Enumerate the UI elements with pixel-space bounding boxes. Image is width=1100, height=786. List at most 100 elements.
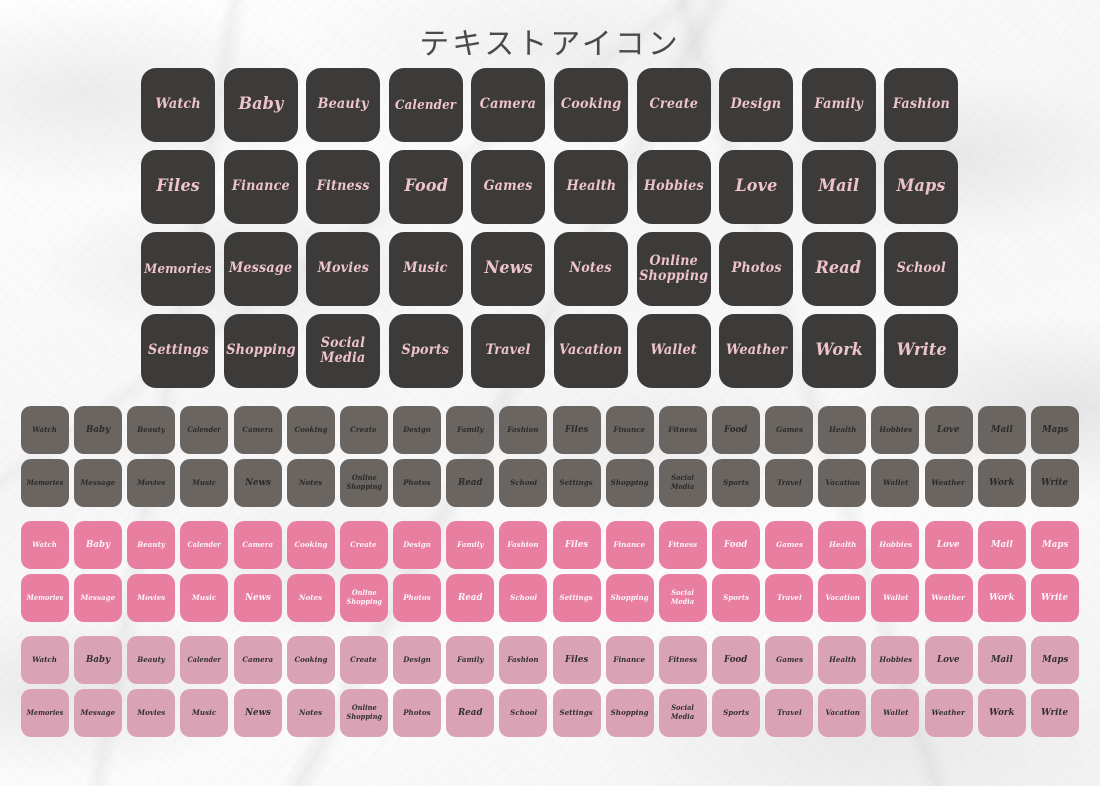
icon-tile-love[interactable]: Love [924, 406, 973, 454]
icon-tile-health[interactable]: Health [553, 150, 628, 224]
icon-tile-cooking[interactable]: Cooking [553, 68, 628, 142]
icon-tile-memories[interactable]: Memories [21, 459, 69, 507]
icon-tile-family[interactable]: Family [446, 406, 495, 454]
icon-tile-baby[interactable]: Baby [74, 521, 123, 569]
icon-tile-maps[interactable]: Maps [1030, 406, 1079, 454]
icon-tile-online-shopping[interactable]: Online Shopping [636, 232, 711, 306]
icon-tile-school[interactable]: School [499, 574, 548, 622]
icon-tile-maps[interactable]: Maps [884, 150, 959, 224]
icon-tile-health[interactable]: Health [818, 521, 867, 569]
icon-tile-hobbies[interactable]: Hobbies [636, 150, 711, 224]
icon-tile-read[interactable]: Read [446, 459, 495, 507]
icon-tile-watch[interactable]: Watch [141, 68, 215, 142]
icon-tile-cooking[interactable]: Cooking [286, 521, 335, 569]
icon-tile-games[interactable]: Games [765, 406, 814, 454]
icon-tile-beauty[interactable]: Beauty [127, 406, 176, 454]
icon-tile-fashion[interactable]: Fashion [884, 68, 959, 142]
icon-tile-write[interactable]: Write [884, 314, 959, 388]
icon-tile-message[interactable]: Message [223, 232, 298, 306]
icon-tile-calender[interactable]: Calender [180, 406, 229, 454]
icon-tile-memories[interactable]: Memories [141, 232, 215, 306]
icon-tile-movies[interactable]: Movies [127, 574, 176, 622]
icon-tile-design[interactable]: Design [393, 406, 442, 454]
icon-tile-games[interactable]: Games [765, 636, 814, 684]
icon-tile-weather[interactable]: Weather [924, 689, 973, 737]
icon-tile-music[interactable]: Music [180, 459, 229, 507]
icon-tile-school[interactable]: School [884, 232, 959, 306]
icon-tile-weather[interactable]: Weather [719, 314, 794, 388]
icon-tile-finance[interactable]: Finance [605, 406, 654, 454]
icon-tile-social-media[interactable]: Social Media [658, 574, 707, 622]
icon-tile-school[interactable]: School [499, 459, 548, 507]
icon-tile-fitness[interactable]: Fitness [658, 636, 707, 684]
icon-tile-family[interactable]: Family [801, 68, 876, 142]
icon-tile-baby[interactable]: Baby [223, 68, 298, 142]
icon-tile-wallet[interactable]: Wallet [636, 314, 711, 388]
icon-tile-food[interactable]: Food [711, 521, 760, 569]
icon-tile-fashion[interactable]: Fashion [499, 636, 548, 684]
icon-tile-finance[interactable]: Finance [605, 521, 654, 569]
icon-tile-design[interactable]: Design [393, 636, 442, 684]
icon-tile-sports[interactable]: Sports [711, 689, 760, 737]
icon-tile-watch[interactable]: Watch [21, 521, 69, 569]
icon-tile-social-media[interactable]: Social Media [306, 314, 381, 388]
icon-tile-fashion[interactable]: Fashion [499, 406, 548, 454]
icon-tile-fitness[interactable]: Fitness [306, 150, 381, 224]
icon-tile-games[interactable]: Games [765, 521, 814, 569]
icon-tile-wallet[interactable]: Wallet [871, 574, 920, 622]
icon-tile-write[interactable]: Write [1030, 459, 1079, 507]
icon-tile-travel[interactable]: Travel [765, 689, 814, 737]
icon-tile-music[interactable]: Music [180, 689, 229, 737]
icon-tile-maps[interactable]: Maps [1030, 636, 1079, 684]
icon-tile-travel[interactable]: Travel [765, 459, 814, 507]
icon-tile-settings[interactable]: Settings [141, 314, 215, 388]
icon-tile-finance[interactable]: Finance [605, 636, 654, 684]
icon-tile-write[interactable]: Write [1030, 574, 1079, 622]
icon-tile-family[interactable]: Family [446, 636, 495, 684]
icon-tile-weather[interactable]: Weather [924, 459, 973, 507]
icon-tile-photos[interactable]: Photos [393, 459, 442, 507]
icon-tile-design[interactable]: Design [719, 68, 794, 142]
icon-tile-memories[interactable]: Memories [21, 689, 69, 737]
icon-tile-maps[interactable]: Maps [1030, 521, 1079, 569]
icon-tile-hobbies[interactable]: Hobbies [871, 636, 920, 684]
icon-tile-news[interactable]: News [233, 459, 282, 507]
icon-tile-memories[interactable]: Memories [21, 574, 69, 622]
icon-tile-health[interactable]: Health [818, 636, 867, 684]
icon-tile-family[interactable]: Family [446, 521, 495, 569]
icon-tile-online-shopping[interactable]: Online Shopping [339, 689, 388, 737]
icon-tile-fashion[interactable]: Fashion [499, 521, 548, 569]
icon-tile-movies[interactable]: Movies [127, 689, 176, 737]
icon-tile-vacation[interactable]: Vacation [818, 574, 867, 622]
icon-tile-music[interactable]: Music [180, 574, 229, 622]
icon-tile-shopping[interactable]: Shopping [605, 689, 654, 737]
icon-tile-love[interactable]: Love [719, 150, 794, 224]
icon-tile-work[interactable]: Work [977, 689, 1026, 737]
icon-tile-beauty[interactable]: Beauty [127, 521, 176, 569]
icon-tile-photos[interactable]: Photos [393, 574, 442, 622]
icon-tile-hobbies[interactable]: Hobbies [871, 521, 920, 569]
icon-tile-food[interactable]: Food [711, 406, 760, 454]
icon-tile-shopping[interactable]: Shopping [605, 574, 654, 622]
icon-tile-love[interactable]: Love [924, 636, 973, 684]
icon-tile-cooking[interactable]: Cooking [286, 636, 335, 684]
icon-tile-mail[interactable]: Mail [977, 521, 1026, 569]
icon-tile-mail[interactable]: Mail [977, 636, 1026, 684]
icon-tile-sports[interactable]: Sports [711, 459, 760, 507]
icon-tile-files[interactable]: Files [552, 636, 601, 684]
icon-tile-mail[interactable]: Mail [801, 150, 876, 224]
icon-tile-finance[interactable]: Finance [223, 150, 298, 224]
icon-tile-food[interactable]: Food [388, 150, 463, 224]
icon-tile-movies[interactable]: Movies [306, 232, 381, 306]
icon-tile-message[interactable]: Message [74, 574, 123, 622]
icon-tile-photos[interactable]: Photos [719, 232, 794, 306]
icon-tile-cooking[interactable]: Cooking [286, 406, 335, 454]
icon-tile-mail[interactable]: Mail [977, 406, 1026, 454]
icon-tile-fitness[interactable]: Fitness [658, 406, 707, 454]
icon-tile-work[interactable]: Work [977, 574, 1026, 622]
icon-tile-vacation[interactable]: Vacation [818, 689, 867, 737]
icon-tile-watch[interactable]: Watch [21, 636, 69, 684]
icon-tile-files[interactable]: Files [141, 150, 215, 224]
icon-tile-baby[interactable]: Baby [74, 636, 123, 684]
icon-tile-camera[interactable]: Camera [471, 68, 546, 142]
